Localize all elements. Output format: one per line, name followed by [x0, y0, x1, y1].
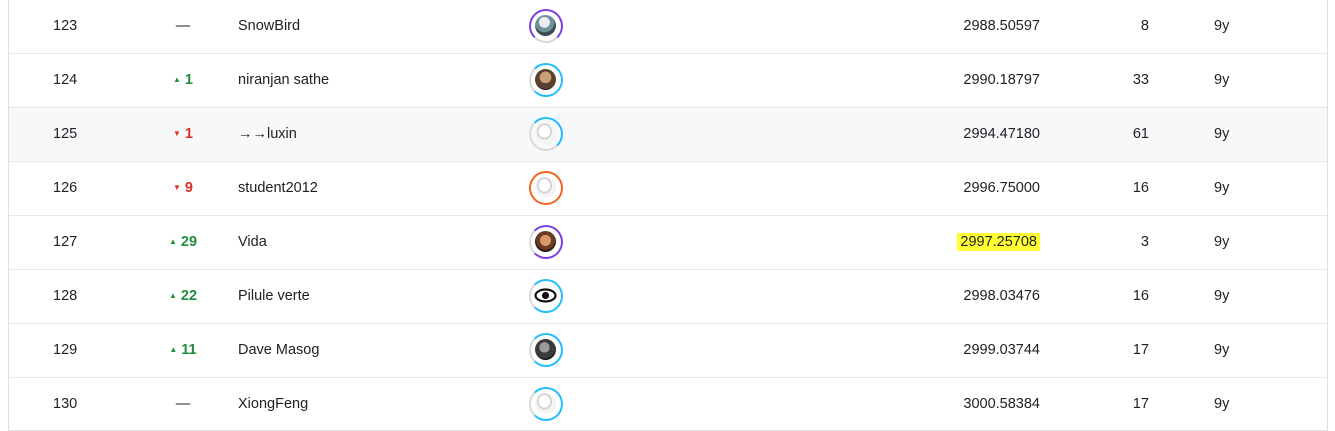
score-cell: 2996.75000: [963, 180, 1040, 196]
table-row[interactable]: 126 ▼ 9 student2012 2996.75000 16 9y: [9, 162, 1327, 216]
avatar[interactable]: [529, 54, 567, 107]
photo-avatar-icon: [529, 333, 563, 367]
rank-change-cell: ▲ 11: [159, 324, 207, 377]
rank-change-cell: ▲ 29: [159, 216, 207, 269]
score-cell: 2997.25708: [957, 216, 1040, 269]
rank-change-value: 11: [181, 342, 197, 358]
rank-cell: 123: [53, 18, 78, 34]
last-submission-cell: 9y: [1214, 234, 1230, 250]
team-name-link[interactable]: Pilule verte: [238, 270, 310, 323]
avatar[interactable]: [529, 324, 567, 377]
team-name-link[interactable]: Vida: [238, 216, 267, 269]
team-name-link[interactable]: niranjan sathe: [238, 54, 329, 107]
last-submission-cell: 9y: [1214, 72, 1230, 88]
rank-cell: 130: [53, 396, 78, 412]
score-cell: 2999.03744: [963, 342, 1040, 358]
rank-change-value: 1: [184, 72, 193, 88]
default-goose-avatar-icon: [529, 387, 563, 421]
photo-avatar-icon: [529, 9, 563, 43]
rank-change-value: 22: [180, 288, 198, 304]
entries-cell: 61: [1132, 126, 1149, 142]
team-name-link[interactable]: student2012: [238, 162, 318, 215]
last-submission-cell: 9y: [1214, 342, 1230, 358]
team-name-link[interactable]: Dave Masog: [238, 324, 319, 377]
rank-change-value: 29: [180, 234, 198, 250]
last-submission-cell: 9y: [1214, 396, 1230, 412]
last-submission-cell: 9y: [1214, 180, 1230, 196]
rank-change-cell: —: [159, 0, 207, 53]
table-row[interactable]: 129 ▲ 11 Dave Masog 2999.03744 17 9y: [9, 324, 1327, 378]
arrow-up-icon: ▲: [168, 291, 177, 300]
entries-cell: 17: [1132, 396, 1149, 412]
leaderboard-table: 123 — SnowBird 2988.50597 8 9y 124 ▲ 1 ni…: [8, 0, 1328, 431]
avatar[interactable]: [529, 108, 567, 161]
rank-change-cell: —: [159, 378, 207, 431]
default-goose-avatar-icon: [529, 171, 563, 205]
rank-cell: 128: [53, 288, 78, 304]
score-cell: 2994.47180: [963, 126, 1040, 142]
rank-cell: 127: [53, 234, 78, 250]
table-row[interactable]: 125 ▼ 1 →→luxin 2994.47180 61 9y: [9, 108, 1327, 162]
table-row[interactable]: 123 — SnowBird 2988.50597 8 9y: [9, 0, 1327, 54]
rank-change-cell: ▼ 1: [159, 108, 207, 161]
avatar[interactable]: [529, 270, 567, 323]
table-row[interactable]: 128 ▲ 22 Pilule verte 2998.03476 16 9y: [9, 270, 1327, 324]
rank-change-value: 9: [184, 180, 193, 196]
eye-avatar-icon: [529, 279, 563, 313]
score-cell: 2998.03476: [963, 288, 1040, 304]
arrow-up-icon: ▲: [173, 75, 181, 84]
score-cell: 3000.58384: [963, 396, 1040, 412]
table-row[interactable]: 124 ▲ 1 niranjan sathe 2990.18797 33 9y: [9, 54, 1327, 108]
rank-change-cell: ▼ 9: [159, 162, 207, 215]
avatar[interactable]: [529, 0, 567, 53]
team-name-link[interactable]: →→luxin: [238, 108, 297, 161]
rank-cell: 124: [53, 72, 78, 88]
avatar[interactable]: [529, 378, 567, 431]
last-submission-cell: 9y: [1214, 288, 1230, 304]
rank-cell: 126: [53, 180, 78, 196]
default-goose-avatar-icon: [529, 117, 563, 151]
last-submission-cell: 9y: [1214, 126, 1230, 142]
score-cell: 2990.18797: [963, 72, 1040, 88]
avatar[interactable]: [529, 216, 567, 269]
rank-change-value: —: [175, 396, 191, 412]
team-name-link[interactable]: SnowBird: [238, 0, 300, 53]
avatar[interactable]: [529, 162, 567, 215]
photo-avatar-icon: [529, 63, 563, 97]
arrow-up-icon: ▲: [168, 237, 177, 246]
photo-avatar-icon: [529, 225, 563, 259]
entries-cell: 16: [1132, 180, 1149, 196]
highlighted-score: 2997.25708: [957, 233, 1040, 251]
arrow-down-icon: ▼: [173, 129, 181, 138]
team-name-link[interactable]: XiongFeng: [238, 378, 308, 431]
rank-change-cell: ▲ 22: [159, 270, 207, 323]
entries-cell: 17: [1132, 342, 1149, 358]
rank-change-cell: ▲ 1: [159, 54, 207, 107]
arrow-up-icon: ▲: [169, 345, 178, 354]
last-submission-cell: 9y: [1214, 18, 1230, 34]
entries-cell: 8: [1140, 18, 1149, 34]
arrow-down-icon: ▼: [173, 183, 181, 192]
rank-change-value: 1: [184, 126, 193, 142]
rank-cell: 125: [53, 126, 78, 142]
rank-cell: 129: [53, 342, 78, 358]
entries-cell: 16: [1132, 288, 1149, 304]
rank-change-value: —: [175, 18, 191, 34]
table-row[interactable]: 130 — XiongFeng 3000.58384 17 9y: [9, 378, 1327, 431]
score-cell: 2988.50597: [963, 18, 1040, 34]
table-row[interactable]: 127 ▲ 29 Vida 2997.25708 3 9y: [9, 216, 1327, 270]
entries-cell: 3: [1140, 234, 1149, 250]
entries-cell: 33: [1132, 72, 1149, 88]
